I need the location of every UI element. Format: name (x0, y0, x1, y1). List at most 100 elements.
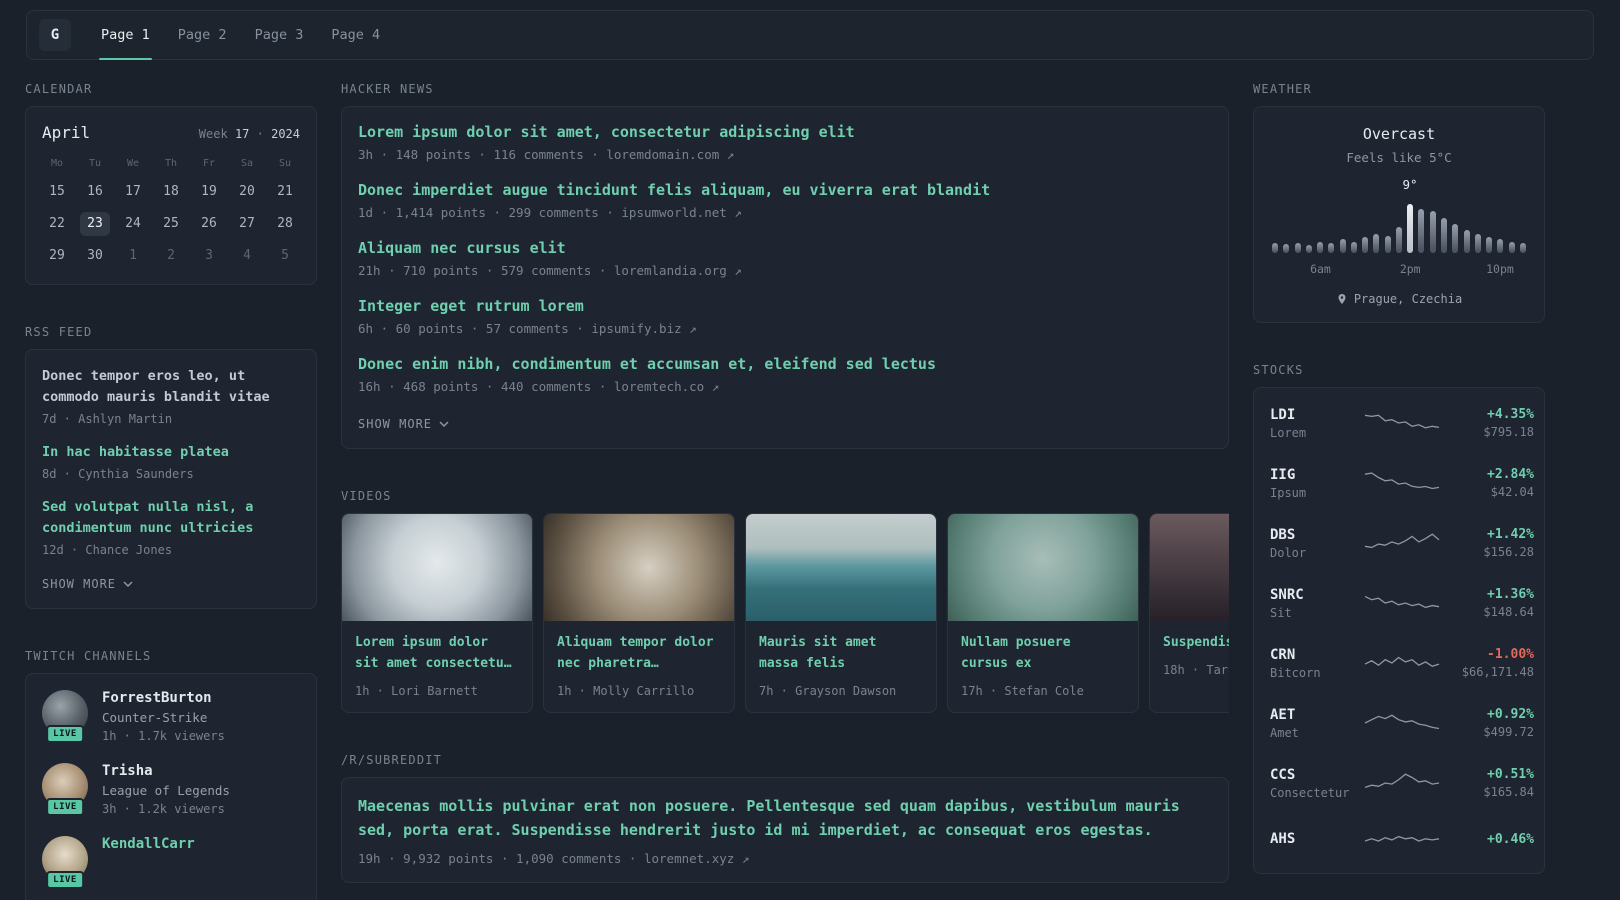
stock-values: +4.35% $795.18 (1440, 407, 1534, 439)
hackernews-item-domain-link[interactable]: ipsumworld.net ↗ (621, 205, 741, 220)
tab-page-1[interactable]: Page 1 (87, 11, 164, 60)
stock-name: Amet (1270, 725, 1299, 740)
calendar-day-selected: 23 (80, 212, 110, 236)
stock-sparkline (1364, 769, 1440, 797)
rss-show-more-button[interactable]: SHOW MORE (42, 573, 133, 591)
tab-page-2[interactable]: Page 2 (164, 11, 241, 59)
twitch-avatar: LIVE (42, 835, 88, 889)
hackernews-item-link[interactable]: Donec enim nibh, condimentum et accumsan… (358, 355, 1212, 373)
hackernews-item-domain-link[interactable]: loremtech.co ↗ (614, 379, 719, 394)
right-column: WEATHER Overcast Feels like 5°C 9° 6am 2p… (1253, 82, 1545, 900)
subreddit-post-meta: 19h · 9,932 points · 1,090 comments · lo… (358, 851, 1212, 866)
video-card[interactable]: Nullam posuere cursus ex 17h · Stefan Co… (947, 513, 1139, 713)
stock-symbol-link[interactable]: IIG (1270, 467, 1364, 483)
hackernews-item: Donec imperdiet augue tincidunt felis al… (358, 181, 1212, 220)
stock-price: $148.64 (1483, 605, 1534, 619)
hackernews-item-link[interactable]: Integer eget rutrum lorem (358, 297, 1212, 315)
stock-row: CRN Bitcorn -1.00% $66,171.48 (1254, 633, 1544, 693)
rss-item-link[interactable]: Donec tempor eros leo, ut commodo mauris… (42, 366, 300, 408)
stock-symbol-link[interactable]: SNRC (1270, 587, 1364, 603)
video-title-link[interactable]: Nullam posuere cursus ex (948, 621, 1138, 675)
stock-id: CRN Bitcorn (1270, 647, 1364, 680)
stock-price: $42.04 (1490, 485, 1534, 499)
rss-section-title: RSS FEED (25, 325, 93, 339)
hackernews-card: Lorem ipsum dolor sit amet, consectetur … (341, 106, 1229, 449)
rss-item-meta: 7d · Ashlyn Martin (42, 411, 173, 426)
stock-change: +0.46% (1487, 831, 1534, 847)
stock-symbol-link[interactable]: CCS (1270, 767, 1364, 783)
hackernews-item-meta: 3h · 148 points · 116 comments · loremdo… (358, 147, 1212, 162)
app-logo[interactable]: G (39, 19, 71, 51)
video-thumbnail (1150, 514, 1229, 621)
hackernews-item: Aliquam nec cursus elit 21h · 710 points… (358, 239, 1212, 278)
stock-id: CCS Consectetur (1270, 767, 1364, 800)
video-title-link[interactable]: Aliquam tempor dolor nec pharetra… (544, 621, 734, 675)
stock-symbol-link[interactable]: LDI (1270, 407, 1364, 423)
stock-symbol-link[interactable]: AHS (1270, 831, 1364, 847)
twitch-meta: 1h · 1.7k viewers (102, 728, 225, 743)
rss-item-link[interactable]: In hac habitasse platea (42, 442, 300, 463)
stock-sparkline (1364, 589, 1440, 617)
calendar-header: April Week 17 · 2024 (26, 107, 316, 150)
stock-symbol-link[interactable]: AET (1270, 707, 1364, 723)
stock-row: CCS Consectetur +0.51% $165.84 (1254, 753, 1544, 813)
hackernews-item-domain-link[interactable]: loremlandia.org ↗ (614, 263, 742, 278)
twitch-list: LIVE ForrestBurton Counter-Strike 1h · 1… (42, 689, 300, 889)
weather-hour-bar (1497, 239, 1504, 253)
hackernews-item-domain-link[interactable]: ipsumify.biz ↗ (591, 321, 696, 336)
twitch-channel-link[interactable]: ForrestBurton (102, 690, 225, 706)
stock-id: LDI Lorem (1270, 407, 1364, 440)
weather-hour-bar (1328, 243, 1335, 253)
stock-symbol-link[interactable]: DBS (1270, 527, 1364, 543)
calendar-separator: · (256, 127, 264, 141)
tab-page-3[interactable]: Page 3 (241, 11, 318, 59)
weather-hour-bar (1317, 242, 1324, 253)
calendar-day: 26 (201, 216, 217, 231)
calendar-day: 21 (277, 184, 293, 199)
calendar-day: 16 (87, 184, 103, 199)
twitch-channel-link[interactable]: KendallCarr (102, 836, 195, 852)
hackernews-item-link[interactable]: Aliquam nec cursus elit (358, 239, 1212, 257)
calendar-week-number: 17 (234, 127, 250, 141)
tab-page-4[interactable]: Page 4 (317, 11, 394, 59)
videos-widget: VIDEOS Lorem ipsum dolor sit amet consec… (341, 489, 1229, 713)
hackernews-item-link[interactable]: Lorem ipsum dolor sit amet, consectetur … (358, 123, 1212, 141)
calendar-day: 15 (49, 184, 65, 199)
video-title-link[interactable]: Lorem ipsum dolor sit amet consectetu… (342, 621, 532, 675)
calendar-day: 3 (205, 248, 213, 263)
stock-price: $66,171.48 (1461, 665, 1534, 679)
hackernews-item-domain-link[interactable]: loremdomain.com ↗ (606, 147, 734, 162)
rss-item: Sed volutpat nulla nisl, a condimentum n… (42, 497, 300, 557)
weather-location-row: Prague, Czechia (1270, 292, 1528, 306)
live-badge: LIVE (46, 724, 84, 743)
stock-name: Dolor (1270, 545, 1307, 560)
chevron-down-icon (123, 581, 133, 587)
video-card[interactable]: Suspendisse diam 18h · Tara (1149, 513, 1229, 713)
subreddit-post-domain-link[interactable]: loremnet.xyz ↗ (644, 851, 749, 866)
hackernews-item-link[interactable]: Donec imperdiet augue tincidunt felis al… (358, 181, 1212, 199)
calendar-day: 27 (239, 216, 255, 231)
video-card[interactable]: Aliquam tempor dolor nec pharetra… 1h · … (543, 513, 735, 713)
stock-sparkline (1364, 709, 1440, 737)
video-meta: 1h · Molly Carrillo (557, 683, 695, 698)
video-title-link[interactable]: Mauris sit amet massa felis (746, 621, 936, 675)
stock-change: +1.36% (1487, 587, 1534, 602)
twitch-channel-link[interactable]: Trisha (102, 763, 230, 779)
video-title-link[interactable]: Suspendisse diam (1150, 621, 1229, 654)
stocks-section-title: STOCKS (1253, 363, 1304, 377)
rss-item-link[interactable]: Sed volutpat nulla nisl, a condimentum n… (42, 497, 300, 539)
twitch-category: Counter-Strike (102, 709, 208, 725)
video-card[interactable]: Lorem ipsum dolor sit amet consectetu… 1… (341, 513, 533, 713)
stock-sparkline (1364, 827, 1440, 855)
subreddit-card: Maecenas mollis pulvinar erat non posuer… (341, 776, 1229, 884)
stock-row: IIG Ipsum +2.84% $42.04 (1254, 453, 1544, 513)
hackernews-show-more-button[interactable]: SHOW MORE (358, 413, 449, 431)
hackernews-item-stats: 1d · 1,414 points · 299 comments · (358, 205, 614, 220)
weather-condition: Overcast (1362, 125, 1436, 143)
video-card[interactable]: Mauris sit amet massa felis 7h · Grayson… (745, 513, 937, 713)
weather-feels-like: Feels like 5°C (1346, 150, 1452, 165)
hackernews-item-meta: 16h · 468 points · 440 comments · loremt… (358, 379, 1212, 394)
subreddit-post-link[interactable]: Maecenas mollis pulvinar erat non posuer… (358, 794, 1212, 844)
stock-symbol-link[interactable]: CRN (1270, 647, 1364, 663)
rss-item-meta: 8d · Cynthia Saunders (42, 466, 194, 481)
